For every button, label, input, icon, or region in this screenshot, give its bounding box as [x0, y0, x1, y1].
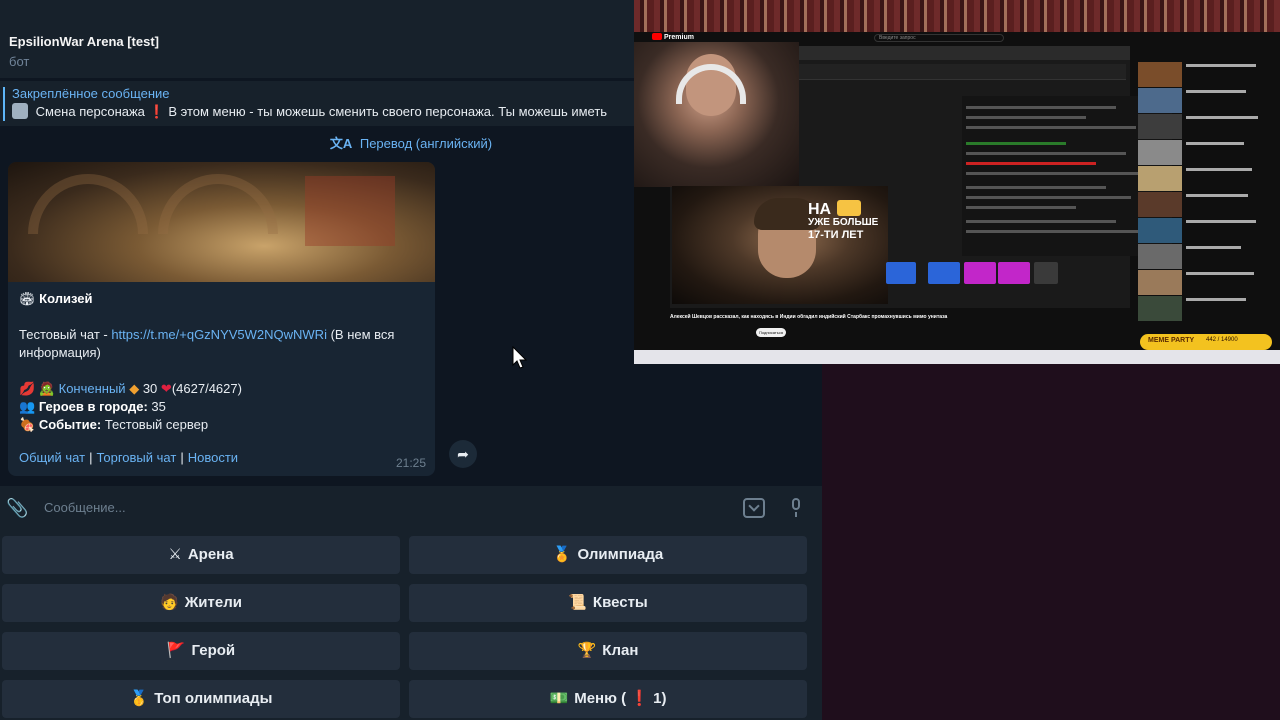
- clan-button-label: Клан: [602, 642, 639, 659]
- chat-title[interactable]: EpsilionWar Arena [test]: [9, 34, 159, 49]
- message-input[interactable]: Сообщение...: [44, 500, 126, 515]
- residents-button-label: Жители: [184, 594, 242, 611]
- olympiad-button[interactable]: 🏅 Олимпиада: [409, 536, 807, 574]
- pinned-indicator: [3, 87, 5, 121]
- youtube-search: Введите запрос: [874, 34, 1004, 42]
- video-title: Алексей Шевцов рассказал, как находясь в…: [670, 314, 948, 320]
- message-links: Общий чат | Торговый чат | Новости: [19, 450, 239, 465]
- forward-button[interactable]: ➦: [449, 440, 477, 468]
- olympiad-button-label: Олимпиада: [577, 546, 664, 563]
- overlay-caption: НА УЖЕ БОЛЬШЕ 17-ТИ ЛЕТ: [808, 200, 879, 241]
- translate-icon: 文A: [329, 136, 353, 151]
- level-diamond-icon: ◆: [129, 381, 140, 396]
- carpet-decoration: [634, 0, 1280, 32]
- hero-button-label: Герой: [191, 642, 236, 659]
- quests-button[interactable]: 📜 Квесты: [409, 584, 807, 622]
- general-chat-link[interactable]: Общий чат: [19, 450, 85, 465]
- pinned-text: Смена персонажа ❗ В этом меню - ты можеш…: [35, 104, 608, 119]
- arch-decoration: [28, 174, 148, 234]
- subscribe-button: Подписаться: [756, 328, 786, 337]
- money-icon: 💵: [549, 690, 569, 707]
- scroll-icon: 📜: [568, 594, 587, 611]
- character-line: 💋 🧟 Конченный ◆ 30 ❤(4627/4627): [19, 380, 429, 398]
- menu-button[interactable]: 💵 Меню ( ❗ 1): [409, 680, 807, 718]
- webcam-host: [634, 42, 799, 187]
- message-heading: Колизей: [39, 291, 93, 306]
- quests-button-label: Квесты: [592, 594, 648, 611]
- youtube-logo: Premium: [652, 33, 694, 41]
- youtube-recommendations: [1138, 44, 1280, 344]
- heroes-value: 35: [151, 399, 166, 414]
- gold-medal-icon: 🥇: [129, 690, 149, 707]
- test-chat-suffix: (В нем вся: [326, 327, 395, 342]
- pinned-title: Закреплённое сообщение: [12, 86, 170, 101]
- olympiad-top-button-label: Топ олимпиады: [154, 690, 273, 707]
- residents-button[interactable]: 🧑 Жители: [2, 584, 400, 622]
- event-label: Событие:: [38, 417, 102, 432]
- bot-keyboard-toggle-icon[interactable]: [743, 498, 765, 518]
- hero-button[interactable]: 🚩 Герой: [2, 632, 400, 670]
- mouse-cursor-icon: [512, 346, 528, 369]
- action-tiles: [886, 262, 1066, 284]
- test-chat-link[interactable]: https://t.me/+qGzNYV5W2NQwNWRi: [111, 327, 327, 342]
- forward-icon: ➦: [457, 446, 469, 462]
- character-avatar-icon: 🧟: [38, 381, 55, 396]
- youtube-badge-icon: [837, 200, 862, 216]
- heroes-line: 👥 Героев в городе: 35: [19, 398, 429, 416]
- stream-overlay: Premium Введите запрос НА УЖЕ БОЛЬШЕ 17-…: [634, 0, 1280, 364]
- people-icon: 👥: [19, 399, 36, 414]
- crossed-swords-icon: ⚔: [168, 546, 182, 563]
- trade-chat-link[interactable]: Торговый чат: [96, 450, 176, 465]
- character-name[interactable]: Конченный: [59, 381, 126, 396]
- meme-party-badge: MEME PARTY 442 / 14900: [1140, 334, 1272, 350]
- trophy-icon: 🏆: [577, 642, 597, 659]
- meat-icon: 🍖: [19, 417, 36, 432]
- message-text: 🏟 Колизей Тестовый чат - https://t.me/+q…: [19, 290, 429, 434]
- pinned-text-row: Смена персонажа ❗ В этом меню - ты можеш…: [12, 103, 607, 120]
- chat-subtitle: бот: [9, 54, 30, 69]
- windows-taskbar: [634, 350, 1280, 364]
- test-chat-line: Тестовый чат - https://t.me/+qGzNYV5W2NQ…: [19, 326, 429, 344]
- user-swap-icon: [12, 103, 28, 119]
- microphone-icon[interactable]: [790, 498, 802, 518]
- clan-button[interactable]: 🏆 Клан: [409, 632, 807, 670]
- flag-icon: 🚩: [166, 642, 186, 659]
- heroes-label: Героев в городе:: [38, 399, 148, 414]
- bot-keyboard: ⚔ Арена 🏅 Олимпиада 🧑 Жители 📜 Квесты 🚩 Герой…: [0, 530, 822, 720]
- menu-button-label: Меню ( ❗ 1): [574, 690, 667, 707]
- lips-icon: 💋: [19, 381, 36, 396]
- news-link[interactable]: Новости: [188, 450, 238, 465]
- meme-party-count: 442 / 14900: [1206, 337, 1238, 343]
- arena-button[interactable]: ⚔ Арена: [2, 536, 400, 574]
- character-hp: (4627/4627): [171, 381, 242, 396]
- test-chat-suffix-2: информация): [19, 345, 101, 360]
- character-level: 30: [142, 381, 158, 396]
- message-heading-line: 🏟 Колизей: [19, 290, 429, 308]
- colosseum-icon: 🏟: [19, 291, 36, 306]
- medal-icon: 🏅: [552, 546, 572, 563]
- translate-label[interactable]: Перевод (английский): [360, 136, 492, 151]
- event-value: Тестовый сервер: [104, 417, 209, 432]
- bot-message: 🏟 Колизей Тестовый чат - https://t.me/+q…: [8, 162, 435, 476]
- arch-decoration: [158, 174, 278, 234]
- banner-decoration: [305, 176, 395, 246]
- youtube-play-icon: [652, 33, 662, 40]
- message-composer: 📎 Сообщение...: [0, 486, 822, 530]
- test-chat-prefix: Тестовый чат -: [19, 327, 112, 342]
- heart-icon: ❤: [160, 381, 172, 396]
- olympiad-top-button[interactable]: 🥇 Топ олимпиады: [2, 680, 400, 718]
- message-time: 21:25: [395, 456, 426, 470]
- meme-party-label: MEME PARTY: [1148, 337, 1195, 344]
- resident-icon: 🧑: [160, 594, 179, 611]
- event-line: 🍖 Событие: Тестовый сервер: [19, 416, 429, 434]
- arena-button-label: Арена: [187, 546, 234, 563]
- attach-icon[interactable]: 📎: [6, 498, 28, 519]
- colosseum-image[interactable]: [8, 162, 435, 282]
